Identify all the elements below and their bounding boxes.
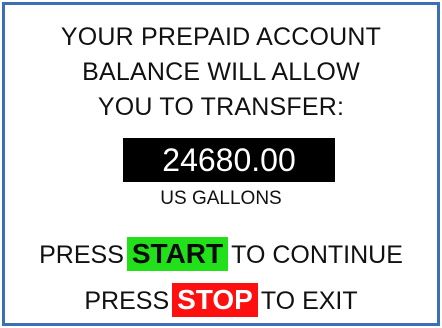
continue-prompt: PRESS START TO CONTINUE bbox=[5, 237, 437, 273]
stop-key-label: STOP bbox=[172, 283, 258, 317]
start-key-label: START bbox=[126, 237, 229, 271]
message-line-2: BALANCE WILL ALLOW bbox=[82, 58, 360, 86]
exit-prompt-prefix: PRESS bbox=[84, 287, 170, 315]
balance-unit: US GALLONS bbox=[160, 188, 282, 209]
message-line-1: YOUR PREPAID ACCOUNT bbox=[60, 23, 382, 51]
continue-prompt-suffix: TO CONTINUE bbox=[231, 241, 403, 269]
display-screen: YOUR PREPAID ACCOUNT BALANCE WILL ALLOW … bbox=[2, 2, 440, 326]
exit-prompt: PRESS STOP TO EXIT bbox=[5, 283, 437, 319]
exit-prompt-suffix: TO EXIT bbox=[260, 287, 358, 315]
message-line-3: YOU TO TRANSFER: bbox=[97, 93, 345, 121]
continue-prompt-prefix: PRESS bbox=[39, 241, 124, 269]
balance-value: 24680.00 bbox=[123, 138, 335, 182]
